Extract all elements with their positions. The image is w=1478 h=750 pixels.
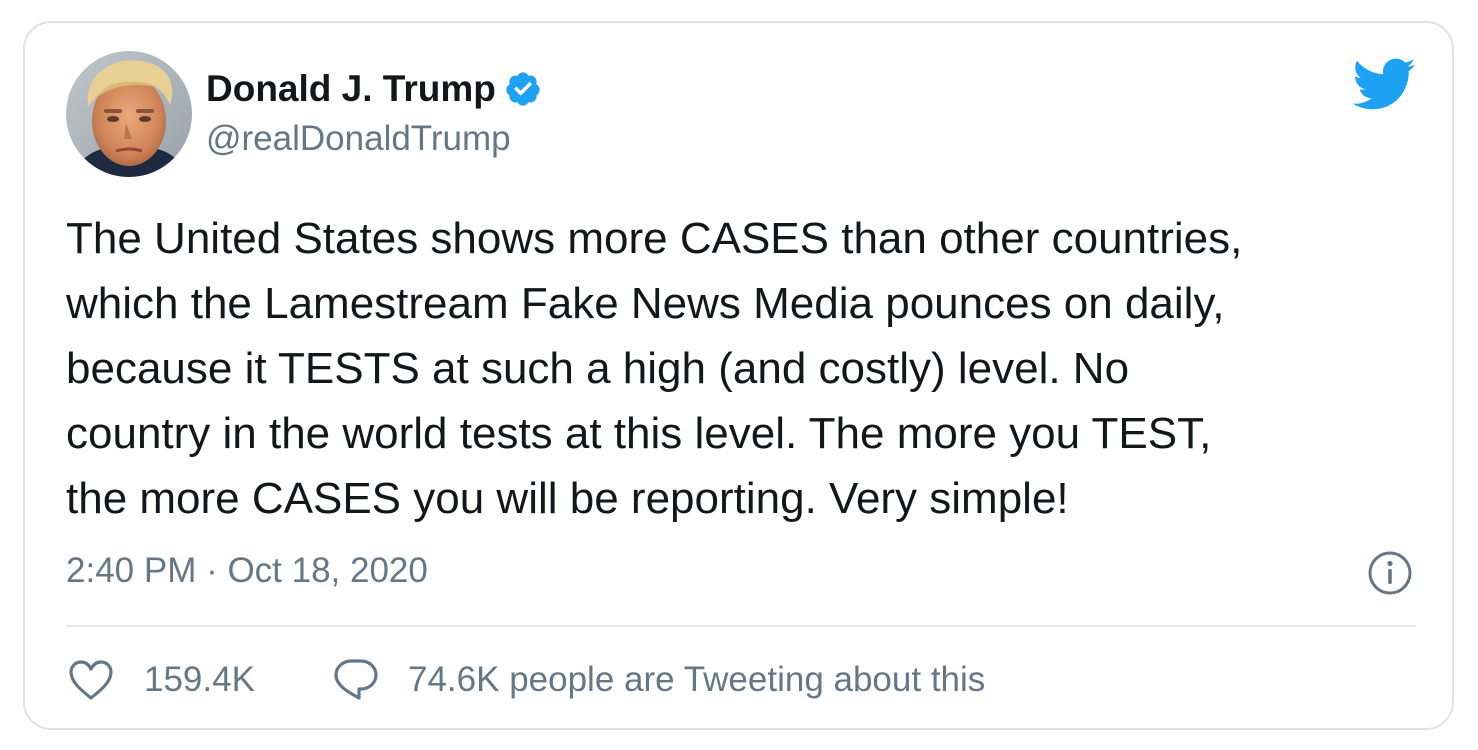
twitter-bird-icon[interactable] (1350, 56, 1416, 112)
tweet-timestamp[interactable]: 2:40 PM · Oct 18, 2020 (66, 551, 428, 591)
tweet-text-line: The United States shows more CASES than … (66, 214, 1243, 263)
like-button[interactable]: 159.4K (68, 655, 255, 705)
heart-icon (69, 660, 113, 700)
author-name-row: Donald J. Trump (206, 67, 542, 111)
tweet-text-line: the more CASES you will be reporting. Ve… (66, 474, 1069, 523)
like-count: 159.4K (144, 660, 255, 699)
author-handle[interactable]: @realDonaldTrump (206, 119, 511, 159)
tweet-card: Donald J. Trump @realDonaldTrump The Uni… (23, 21, 1454, 730)
tweet-text: The United States shows more CASES than … (66, 206, 1416, 531)
tweet-text-line: country in the world tests at this level… (66, 409, 1212, 458)
speech-bubble-icon (334, 659, 378, 700)
tweeting-about-text: 74.6K people are Tweeting about this (408, 660, 986, 699)
tweet-text-line: which the Lamestream Fake News Media pou… (66, 279, 1225, 328)
info-icon[interactable] (1367, 550, 1413, 596)
author-display-name[interactable]: Donald J. Trump (206, 68, 496, 110)
verified-badge-icon (506, 72, 540, 106)
tweet-text-line: because it TESTS at such a high (and cos… (66, 344, 1130, 393)
divider (66, 625, 1416, 627)
author-avatar[interactable] (66, 51, 192, 177)
tweeting-about-link[interactable]: 74.6K people are Tweeting about this (333, 655, 985, 705)
